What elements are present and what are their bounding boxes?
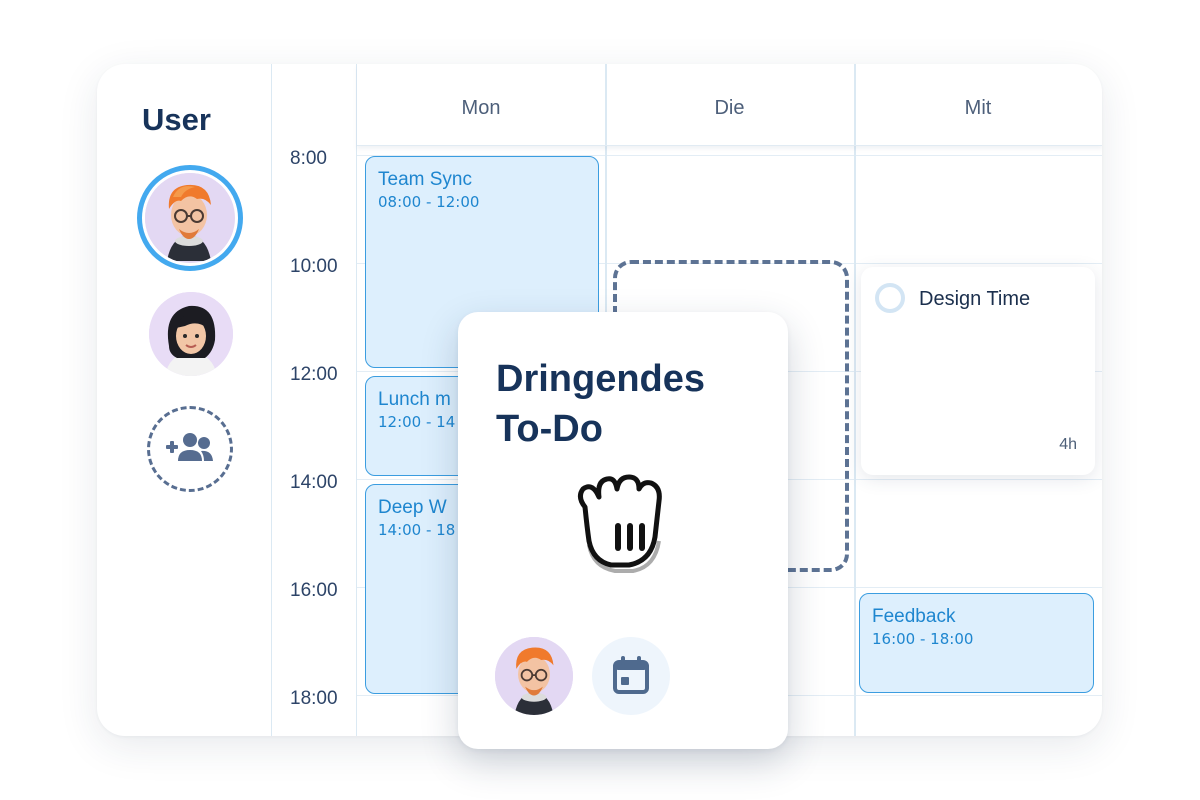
event-time: 16:00 - 18:00 xyxy=(872,630,974,648)
event-title: Team Sync xyxy=(378,169,472,190)
calendar-icon xyxy=(613,656,649,694)
day-header-mit[interactable]: Mit xyxy=(854,64,1102,146)
time-label: 10:00 xyxy=(290,256,338,277)
task-duration: 4h xyxy=(1059,436,1077,453)
assignee-avatar[interactable] xyxy=(495,637,573,715)
user-avatar-1[interactable] xyxy=(137,165,243,271)
schedule-button[interactable] xyxy=(592,637,670,715)
event-feedback[interactable]: Feedback 16:00 - 18:00 xyxy=(859,593,1094,693)
user-column-title: User xyxy=(142,102,211,137)
task-card-design-time[interactable]: Design Time 4h xyxy=(861,267,1095,475)
user-column: User xyxy=(97,64,272,736)
time-label: 8:00 xyxy=(290,148,327,169)
dragged-task-title-line-1: Dringendes xyxy=(496,358,706,400)
day-header-mon[interactable]: Mon xyxy=(357,64,605,146)
day-header: Mon Die Mit xyxy=(357,64,1102,146)
add-user-icon xyxy=(166,433,213,461)
avatar-illustration-2 xyxy=(149,292,233,376)
user-avatar-2[interactable] xyxy=(149,292,233,376)
event-time: 08:00 - 12:00 xyxy=(378,193,480,211)
task-checkbox[interactable] xyxy=(875,283,905,313)
day-header-die[interactable]: Die xyxy=(605,64,854,146)
avatar-illustration-1 xyxy=(145,173,233,261)
avatar-illustration-3 xyxy=(495,637,573,715)
event-title: Feedback xyxy=(872,606,956,627)
time-label: 18:00 xyxy=(290,688,338,709)
time-column: 8:00 10:00 12:00 14:00 16:00 18:00 xyxy=(272,64,357,736)
day-divider xyxy=(854,64,856,736)
dragged-task-title-line-2: To-Do xyxy=(496,408,603,450)
grab-hand-icon xyxy=(577,474,662,573)
time-label: 14:00 xyxy=(290,472,338,493)
time-label: 12:00 xyxy=(290,364,338,385)
time-label: 16:00 xyxy=(290,580,338,601)
dragged-task-title: Dringendes To-Do xyxy=(496,354,705,454)
add-user-button[interactable] xyxy=(147,406,233,492)
task-title: Design Time xyxy=(919,288,1031,310)
dragged-task-card[interactable]: Dringendes To-Do xyxy=(458,312,788,749)
